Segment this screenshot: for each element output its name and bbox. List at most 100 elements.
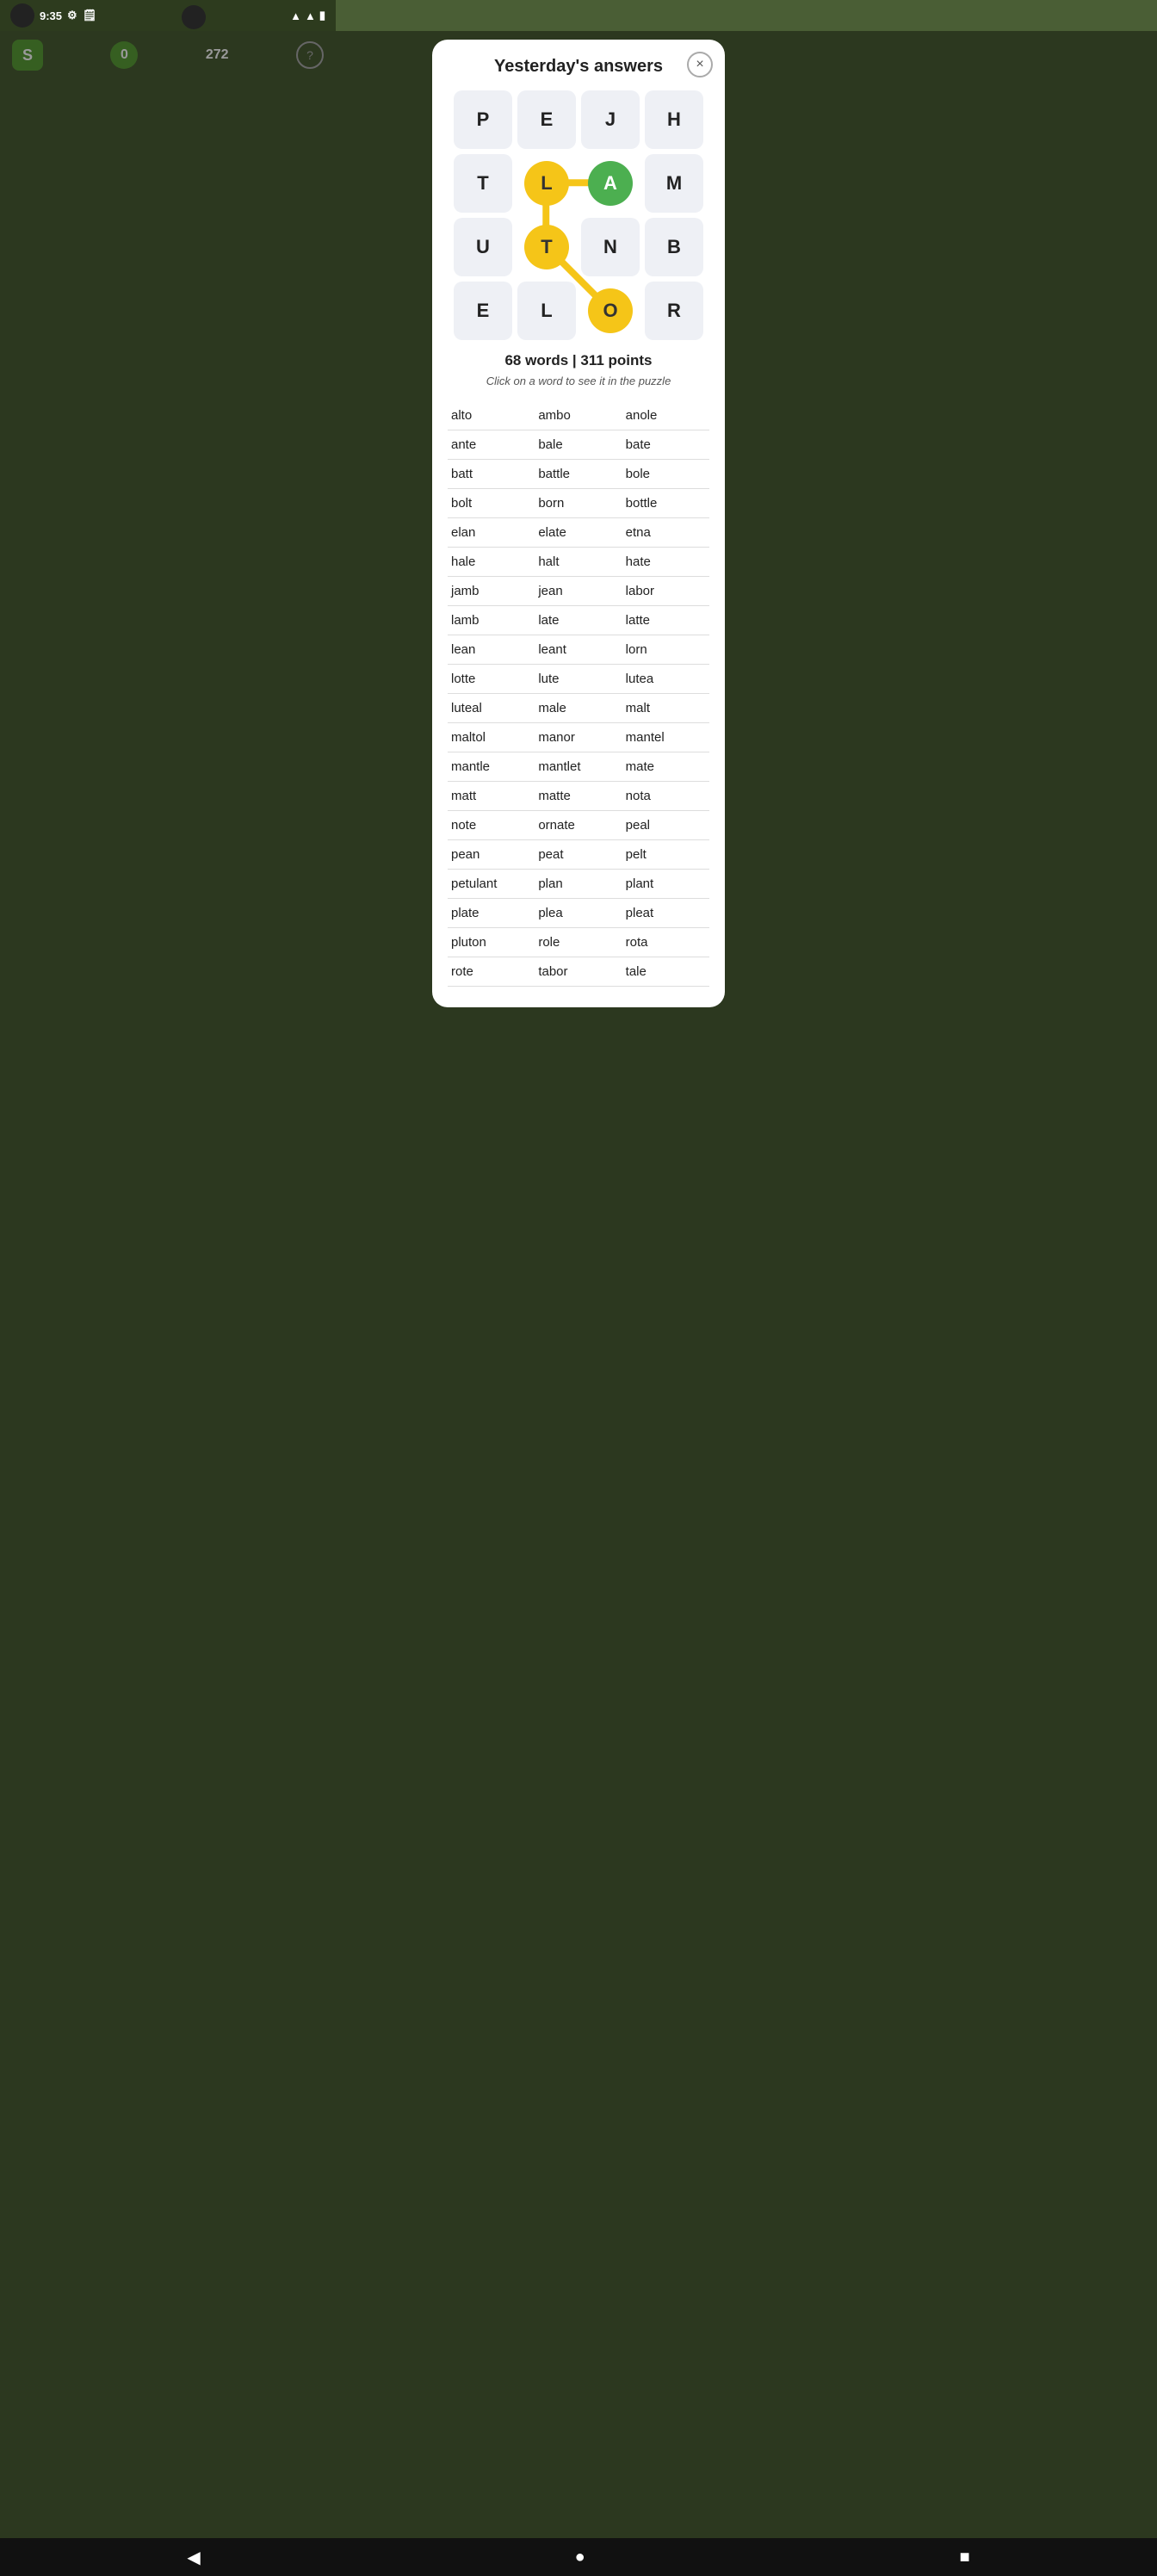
word-item[interactable]: tale (622, 957, 709, 987)
word-item[interactable]: mate (622, 752, 709, 782)
word-item[interactable]: bate (622, 430, 709, 460)
word-item[interactable]: ornate (535, 811, 622, 840)
notch-circle (182, 5, 206, 29)
cell-0-0: P (454, 90, 512, 149)
status-bar-left: 9:35 ⚙ 🗒 (10, 3, 96, 28)
letter-B: B (645, 218, 703, 276)
word-item[interactable]: hate (622, 548, 709, 577)
word-item[interactable]: mantlet (535, 752, 622, 782)
word-item[interactable]: latte (622, 606, 709, 635)
word-item[interactable]: pluton (448, 928, 535, 957)
letter-O: O (588, 288, 633, 333)
word-item[interactable]: alto (448, 401, 535, 430)
word-item[interactable]: anole (622, 401, 709, 430)
word-item[interactable]: born (535, 489, 622, 518)
word-item[interactable]: jamb (448, 577, 535, 606)
word-item[interactable]: ambo (535, 401, 622, 430)
word-item[interactable]: malt (622, 694, 709, 723)
word-item[interactable]: lute (535, 665, 622, 694)
cell-3-1: L (517, 282, 576, 340)
score-line: 68 words | 311 points (448, 352, 709, 369)
cell-3-3: R (645, 282, 703, 340)
note-icon: 🗒 (83, 9, 97, 22)
answers-modal: × Yesterday's answers P E J H T L A M U (432, 40, 725, 1007)
letter-E: E (517, 90, 576, 149)
word-item[interactable]: plea (535, 899, 622, 928)
nav-back-button[interactable]: ◀ (187, 2547, 200, 2568)
word-item[interactable]: lean (448, 635, 535, 665)
word-item[interactable]: late (535, 606, 622, 635)
close-button[interactable]: × (687, 52, 713, 77)
letter-A: A (588, 161, 633, 206)
word-item[interactable]: pelt (622, 840, 709, 870)
word-item[interactable]: etna (622, 518, 709, 548)
word-item[interactable]: ante (448, 430, 535, 460)
word-item[interactable]: luteal (448, 694, 535, 723)
letter-L2: L (517, 282, 576, 340)
word-item[interactable]: petulant (448, 870, 535, 899)
cell-3-2: O (581, 282, 640, 340)
word-item[interactable]: pleat (622, 899, 709, 928)
word-item[interactable]: maltol (448, 723, 535, 752)
word-item[interactable]: plan (535, 870, 622, 899)
word-item[interactable]: leant (535, 635, 622, 665)
word-item[interactable]: bolt (448, 489, 535, 518)
word-item[interactable]: mantle (448, 752, 535, 782)
word-item[interactable]: batt (448, 460, 535, 489)
word-list: altoamboanoleantebalebatebattbattleboleb… (448, 401, 709, 987)
word-item[interactable]: plant (622, 870, 709, 899)
cell-0-3: H (645, 90, 703, 149)
cell-0-2: J (581, 90, 640, 149)
word-item[interactable]: peat (535, 840, 622, 870)
word-item[interactable]: elate (535, 518, 622, 548)
letter-M: M (645, 154, 703, 213)
word-item[interactable]: tabor (535, 957, 622, 987)
word-item[interactable]: manor (535, 723, 622, 752)
letter-U: U (454, 218, 512, 276)
hint-line: Click on a word to see it in the puzzle (448, 375, 709, 387)
cell-2-1: T (517, 218, 576, 276)
word-item[interactable]: bole (622, 460, 709, 489)
letter-N: N (581, 218, 640, 276)
nav-home-button[interactable]: ● (575, 2548, 585, 2567)
word-item[interactable]: role (535, 928, 622, 957)
cell-1-0: T (454, 154, 512, 213)
word-item[interactable]: pean (448, 840, 535, 870)
letter-T2: T (524, 225, 569, 269)
word-item[interactable]: lotte (448, 665, 535, 694)
word-item[interactable]: labor (622, 577, 709, 606)
word-item[interactable]: peal (622, 811, 709, 840)
letter-T1: T (454, 154, 512, 213)
word-item[interactable]: jean (535, 577, 622, 606)
cell-1-2: A (581, 154, 640, 213)
modal-title: Yesterday's answers (448, 57, 709, 77)
word-item[interactable]: hale (448, 548, 535, 577)
word-item[interactable]: rota (622, 928, 709, 957)
nav-bar: ◀ ● ■ (0, 2538, 1157, 2576)
word-item[interactable]: matt (448, 782, 535, 811)
word-item[interactable]: lorn (622, 635, 709, 665)
word-item[interactable]: note (448, 811, 535, 840)
letter-H: H (645, 90, 703, 149)
word-item[interactable]: nota (622, 782, 709, 811)
word-item[interactable]: rote (448, 957, 535, 987)
time-display: 9:35 (40, 9, 62, 22)
word-item[interactable]: halt (535, 548, 622, 577)
word-item[interactable]: battle (535, 460, 622, 489)
word-item[interactable]: lamb (448, 606, 535, 635)
word-item[interactable]: mantel (622, 723, 709, 752)
word-item[interactable]: elan (448, 518, 535, 548)
modal-overlay: × Yesterday's answers P E J H T L A M U (0, 31, 1157, 2538)
letter-J: J (581, 90, 640, 149)
word-item[interactable]: bottle (622, 489, 709, 518)
word-item[interactable]: male (535, 694, 622, 723)
letter-E2: E (454, 282, 512, 340)
word-item[interactable]: lutea (622, 665, 709, 694)
cell-0-1: E (517, 90, 576, 149)
word-item[interactable]: plate (448, 899, 535, 928)
wifi-icon: ▲ (290, 9, 301, 22)
word-item[interactable]: matte (535, 782, 622, 811)
status-bar: 9:35 ⚙ 🗒 ▲ ▲ ▮ (0, 0, 336, 31)
word-item[interactable]: bale (535, 430, 622, 460)
nav-recent-button[interactable]: ■ (959, 2548, 969, 2567)
